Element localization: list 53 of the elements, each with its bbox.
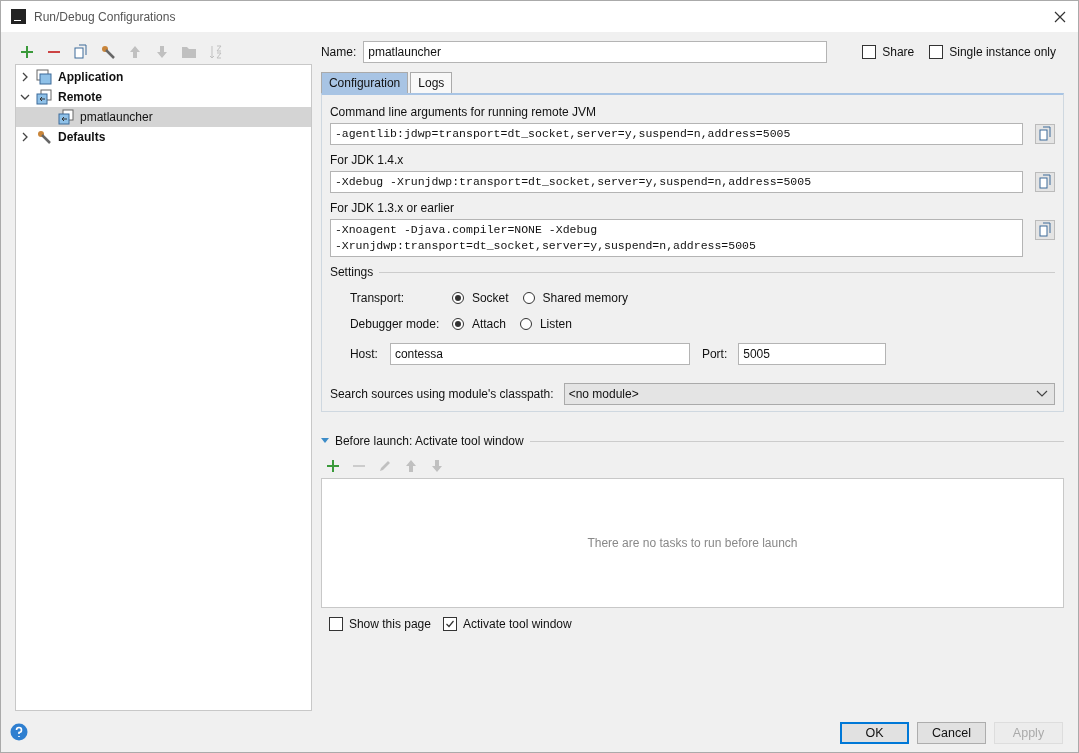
option-checkbox[interactable]: Show this page xyxy=(328,617,431,631)
option-checkbox[interactable]: Activate tool window xyxy=(442,617,572,631)
dialog-button[interactable]: Cancel xyxy=(917,722,986,744)
module-label: Search sources using module's classpath: xyxy=(329,387,554,401)
app-logo-icon xyxy=(11,9,26,24)
port-field[interactable]: 5005 xyxy=(738,343,887,365)
arguments-field[interactable]: -agentlib:jdwp=transport=dt_socket,server=y,suspend=n,address=5005 xyxy=(329,123,1023,145)
arguments-label: For JDK 1.4.x xyxy=(329,153,405,167)
tab[interactable]: Logs xyxy=(410,72,453,93)
copy-icon[interactable] xyxy=(1035,124,1055,144)
radio-button[interactable]: Attach xyxy=(451,317,506,331)
wrench-icon xyxy=(36,129,52,145)
radio-button[interactable]: Shared memory xyxy=(522,291,628,305)
empty-list-text: There are no tasks to run before launch xyxy=(587,536,798,550)
arguments-label: For JDK 1.3.x or earlier xyxy=(329,201,455,215)
settings-heading: Settings xyxy=(329,265,374,279)
help-icon[interactable] xyxy=(10,723,28,741)
checkmark-icon xyxy=(444,619,455,629)
host-field[interactable]: contessa xyxy=(389,343,690,365)
port-label: Port: xyxy=(701,347,728,361)
wrench-icon[interactable] xyxy=(100,44,116,60)
radio-button[interactable]: Listen xyxy=(519,317,572,331)
setting-label: Transport: xyxy=(349,291,406,305)
name-label: Name: xyxy=(320,45,357,59)
copy-icon[interactable] xyxy=(73,44,89,60)
single-instance-checkbox[interactable]: Single instance only xyxy=(929,45,1056,59)
close-icon[interactable] xyxy=(1054,10,1066,23)
window-icon xyxy=(36,89,52,105)
tree-item[interactable]: pmatlauncher xyxy=(16,107,311,127)
tab[interactable]: Configuration xyxy=(320,72,409,93)
radio-button[interactable]: Socket xyxy=(451,291,509,305)
tree-item[interactable]: Application xyxy=(16,67,311,87)
dialog-button[interactable]: OK xyxy=(840,722,909,744)
copy-icon[interactable] xyxy=(1035,172,1055,192)
share-checkbox[interactable]: Share xyxy=(862,45,915,59)
window-icon xyxy=(58,109,74,125)
host-label: Host: xyxy=(349,347,379,361)
module-dropdown[interactable]: <no module> xyxy=(563,383,1055,405)
before-launch-heading[interactable]: Before launch: Activate tool window xyxy=(334,434,524,448)
add-icon[interactable] xyxy=(324,458,341,474)
window-icon xyxy=(36,69,52,85)
tree-item[interactable]: Defaults xyxy=(16,127,311,147)
chevron-icon[interactable] xyxy=(20,132,30,142)
expand-triangle-icon[interactable] xyxy=(320,437,329,445)
arguments-field[interactable]: -Xnoagent -Djava.compiler=NONE -Xdebug -Xrunjdwp:transport=dt_socket,server=y,suspend=n,address=5005 xyxy=(329,219,1023,257)
tree-item[interactable]: Remote xyxy=(16,87,311,107)
copy-icon[interactable] xyxy=(1035,220,1055,240)
window-title: Run/Debug Configurations xyxy=(34,9,177,24)
arguments-field[interactable]: -Xdebug -Xrunjdwp:transport=dt_socket,server=y,suspend=n,address=5005 xyxy=(329,171,1023,193)
arguments-label: Command line arguments for running remote JVM xyxy=(329,105,597,119)
name-field[interactable]: pmatlauncher xyxy=(363,41,828,63)
add-icon[interactable] xyxy=(19,44,35,60)
setting-label: Debugger mode: xyxy=(349,317,441,331)
